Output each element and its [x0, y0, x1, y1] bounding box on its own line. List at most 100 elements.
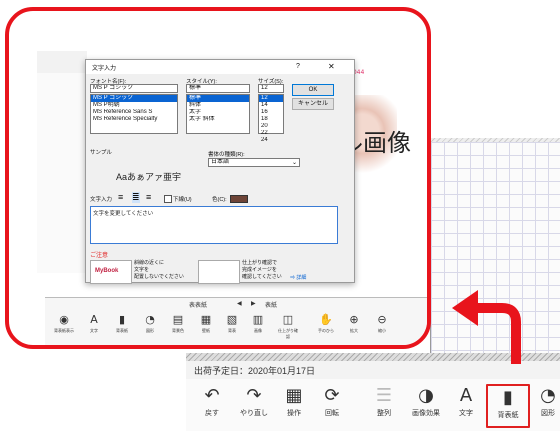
toolbar-glyph-icon: ◉	[59, 313, 69, 326]
document-left-panel	[37, 73, 87, 273]
zoom-toolbar-label: 壁紙	[202, 328, 210, 333]
font-name-field[interactable]: MS P ゴシック	[90, 84, 178, 93]
zoom-toolbar-button[interactable]: ▧ 背表	[221, 312, 243, 342]
zoom-toolbar-button[interactable]: ✋ 手のひら	[315, 312, 337, 342]
chevron-down-icon: ⌄	[291, 160, 297, 166]
list-item[interactable]: MS P明朝	[91, 102, 177, 109]
nav-left-label[interactable]: 表表紙	[189, 300, 207, 309]
underline-checkbox[interactable]	[164, 195, 172, 203]
text-input-dialog: 文字入力 ? ✕ フォント名(F): MS P ゴシック MS P ゴシック MS…	[85, 59, 355, 284]
preview-thumbnail	[198, 260, 240, 284]
script-value: 日本語	[211, 159, 230, 165]
list-item[interactable]: 太字 斜体	[187, 116, 249, 123]
toolbar-button-text[interactable]: A 文字	[444, 384, 488, 428]
help-icon[interactable]: ?	[296, 63, 300, 70]
text-input-label: 文字入力	[90, 197, 113, 203]
list-item[interactable]: MS Reference Sans S	[91, 109, 177, 116]
mybook-logo-text: MyBook	[95, 268, 119, 274]
zoomed-toolbar: 表表紙 ◀ ▶ 表紙 ◉ 背表紙表示 A 文字 ▮ 背表紙 ◔ 図形 ▤ 背景色 ▦ 壁紙 ▧ 背表 ▥ 画像…	[45, 297, 427, 345]
sample-label: サンプル	[90, 150, 112, 156]
toolbar-button-label: 戻す	[205, 410, 219, 417]
list-item[interactable]: 20	[259, 123, 283, 130]
toolbar-button-spine[interactable]: ▮ 背表紙	[486, 384, 530, 428]
list-item[interactable]: 斜体	[187, 102, 249, 109]
toolbar-button-rotate[interactable]: ⟳ 回転	[310, 384, 354, 428]
toolbar-button-shape[interactable]: ◔ 図形	[526, 384, 560, 428]
close-icon[interactable]: ✕	[328, 62, 335, 71]
list-item[interactable]: 12	[259, 95, 283, 102]
font-list[interactable]: MS P ゴシック MS P明朝 MS Reference Sans S MS Ref…	[90, 94, 178, 134]
toolbar-glyph-icon: ▥	[252, 313, 264, 326]
toolbar-button-image-effect[interactable]: ◑ 画像効果	[404, 384, 448, 428]
zoom-toolbar-button[interactable]: ⊖ 縮小	[371, 312, 393, 342]
zoom-toolbar-button[interactable]: ▤ 背景色	[167, 312, 189, 342]
zoom-toolbar-label: 手のひら	[318, 328, 334, 333]
toolbar-glyph-icon: ▧	[226, 313, 238, 326]
style-value: 標準	[189, 85, 202, 91]
list-item[interactable]: 22	[259, 130, 283, 137]
spine-icon: ▮	[503, 387, 513, 408]
details-link[interactable]: ⇒ 詳細	[290, 274, 306, 281]
align-left-icon[interactable]: ≡	[118, 192, 123, 202]
zoom-toolbar-button[interactable]: ◉ 背表紙表示	[53, 312, 75, 342]
page-nav: 表表紙 ◀ ▶ 表紙	[185, 298, 305, 310]
list-item[interactable]: 標準	[187, 95, 249, 102]
zoom-toolbar-button[interactable]: ◫ 仕上がり確認	[277, 312, 299, 342]
style-field[interactable]: 標準	[186, 84, 250, 93]
zoom-toolbar-button[interactable]: ▦ 壁紙	[195, 312, 217, 342]
zoom-toolbar-label: 画像	[254, 328, 262, 333]
list-item[interactable]: MS Reference Specialty	[91, 116, 177, 123]
toolbar-button-align[interactable]: ☰ 整列	[362, 384, 406, 428]
list-item[interactable]: MS P ゴシック	[91, 95, 177, 102]
zoom-toolbar-button[interactable]: ⊕ 拡大	[343, 312, 365, 342]
nav-next-icon[interactable]: ▶	[251, 300, 256, 307]
zoom-callout-frame: 3044 ル画像 um 文字入力 ? ✕ フォント名(F): MS P ゴシック…	[5, 7, 431, 349]
list-item[interactable]: 16	[259, 109, 283, 116]
script-label: 書体の種類(R):	[208, 152, 245, 158]
align-icon: ☰	[375, 385, 393, 406]
zoom-toolbar-label: 文字	[90, 328, 98, 333]
zoom-toolbar-button[interactable]: A 文字	[83, 312, 105, 342]
ok-button[interactable]: OK	[292, 84, 334, 96]
toolbar-glyph-icon: ◫	[282, 313, 294, 326]
toolbar-glyph-icon: ⊖	[377, 313, 387, 326]
align-center-icon[interactable]: ≣	[132, 192, 140, 203]
color-swatch[interactable]	[230, 195, 248, 203]
list-item[interactable]: 太字	[187, 109, 249, 116]
rotate-icon: ⟳	[324, 385, 340, 406]
toolbar-button-label: 背表紙	[497, 412, 519, 419]
color-label: 色(C):	[212, 197, 227, 203]
toolbar-button-label: 図形	[541, 410, 555, 417]
script-select[interactable]: 日本語 ⌄	[208, 158, 300, 167]
toolbar-glyph-icon: A	[90, 313, 98, 326]
notice-text-1: 斜線の近くに 文字を 配置しないでください	[134, 260, 184, 280]
style-list[interactable]: 標準 斜体 太字 太字 斜体	[186, 94, 250, 134]
shape-icon: ◔	[540, 385, 556, 406]
notice-logo: MyBook	[90, 260, 132, 284]
zoom-toolbar-button[interactable]: ▥ 画像	[247, 312, 269, 342]
red-arrow-icon	[452, 290, 521, 364]
text-input-area[interactable]: 文字を変更してください	[90, 206, 338, 244]
image-effect-icon: ◑	[418, 385, 434, 406]
list-item[interactable]: 14	[259, 102, 283, 109]
toolbar-button-label: 画像効果	[412, 410, 440, 417]
cancel-button[interactable]: キャンセル	[292, 98, 334, 110]
zoom-toolbar-label: 仕上がり確認	[278, 328, 298, 339]
zoom-toolbar-label: 背表紙表示	[54, 328, 74, 333]
toolbar-button-label: 整列	[377, 410, 391, 417]
list-item[interactable]: 18	[259, 116, 283, 123]
toolbar-button-redo[interactable]: ↷ やり直し	[232, 384, 276, 428]
zoom-toolbar-button[interactable]: ▮ 背表紙	[111, 312, 133, 342]
nav-right-label[interactable]: 表紙	[265, 300, 277, 309]
zoom-toolbar-button[interactable]: ◔ 図形	[139, 312, 161, 342]
align-right-icon[interactable]: ≡	[146, 192, 151, 202]
toolbar-button-label: やり直し	[240, 410, 268, 417]
notice-text-2: 仕上がり確認で 完成イメージを 確認してください	[242, 260, 282, 280]
zoom-toolbar-label: 背表紙	[116, 328, 128, 333]
nav-prev-icon[interactable]: ◀	[237, 300, 242, 307]
size-field[interactable]: 12	[258, 84, 284, 93]
notice-title: ご注意	[90, 253, 109, 259]
size-list[interactable]: 12 14 16 18 20 22 24	[258, 94, 284, 143]
list-item[interactable]: 24	[259, 137, 283, 144]
toolbar-button-undo[interactable]: ↶ 戻す	[190, 384, 234, 428]
